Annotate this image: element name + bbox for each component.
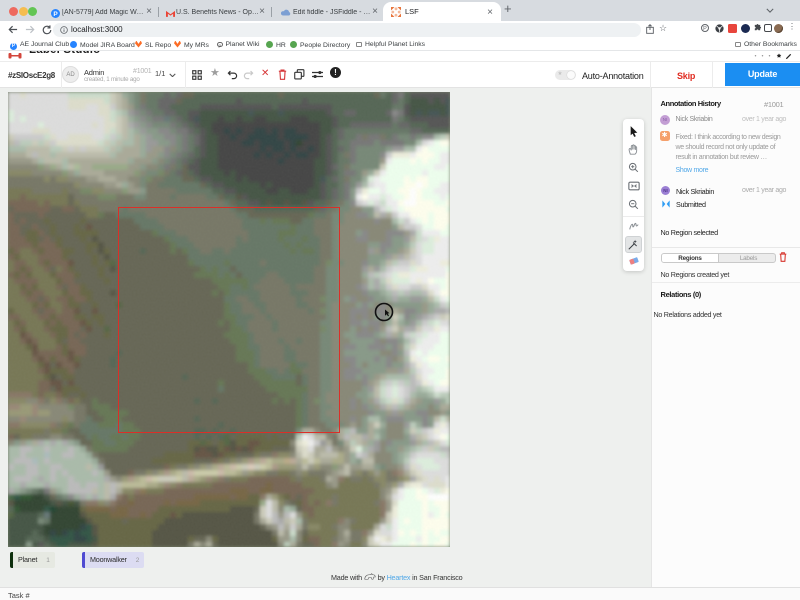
svg-text:P: P [53,11,58,18]
